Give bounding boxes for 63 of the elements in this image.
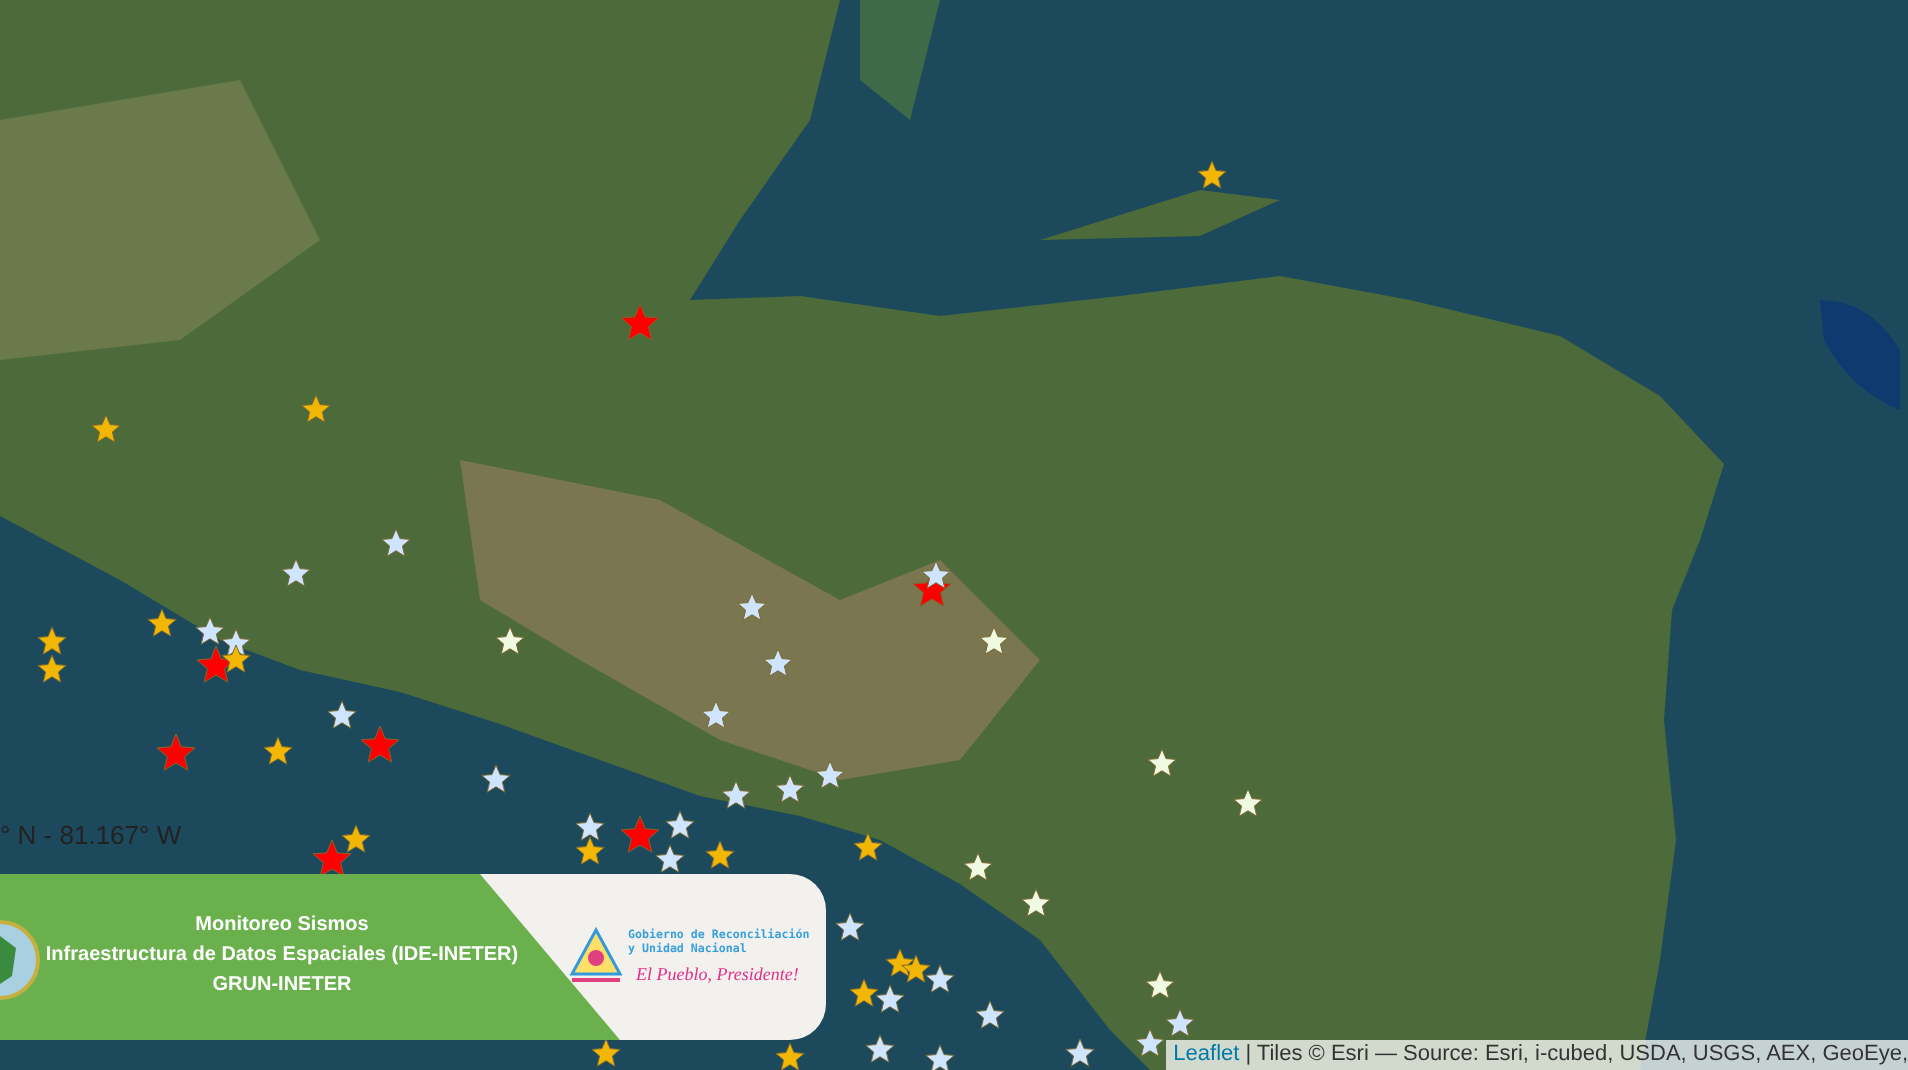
coordinates-text: ° N - 81.167° W — [0, 818, 182, 854]
institution-logo-icon — [0, 920, 40, 1000]
star-marker[interactable] — [495, 626, 525, 655]
star-marker[interactable] — [655, 844, 685, 873]
star-marker[interactable] — [875, 984, 905, 1013]
star-marker[interactable] — [591, 1038, 621, 1067]
star-marker[interactable] — [1065, 1038, 1095, 1067]
star-marker[interactable] — [1145, 970, 1175, 999]
star-marker[interactable] — [327, 700, 357, 729]
star-marker[interactable] — [481, 764, 511, 793]
banner-title-text: Monitoreo Sismos — [195, 912, 369, 940]
star-marker[interactable] — [147, 608, 177, 637]
star-marker[interactable] — [263, 736, 293, 765]
star-marker[interactable] — [360, 725, 400, 763]
star-marker[interactable] — [221, 644, 251, 673]
star-marker[interactable] — [575, 812, 605, 841]
star-marker[interactable] — [620, 815, 660, 853]
banner-title-text: GRUN-INETER — [212, 972, 352, 1000]
star-marker[interactable] — [775, 774, 805, 803]
star-marker[interactable] — [37, 654, 67, 683]
star-marker[interactable] — [221, 628, 251, 657]
star-marker[interactable] — [763, 648, 793, 677]
star-marker[interactable] — [737, 592, 767, 621]
star-marker[interactable] — [91, 414, 121, 443]
star-marker[interactable] — [865, 1034, 895, 1063]
attribution-text: | Tiles © Esri — Source: Esri, i-cubed, USDA, USGS, AEX, GeoEye, — [1245, 1040, 1908, 1070]
star-marker[interactable] — [963, 852, 993, 881]
star-marker[interactable] — [901, 954, 931, 983]
star-marker[interactable] — [975, 1000, 1005, 1029]
slogan-text: El Pueblo, Presidente! — [636, 962, 799, 988]
star-marker[interactable] — [853, 832, 883, 861]
star-marker[interactable] — [1021, 888, 1051, 917]
star-marker[interactable] — [156, 733, 196, 771]
star-marker[interactable] — [281, 558, 311, 587]
star-marker[interactable] — [575, 836, 605, 865]
star-marker[interactable] — [1147, 748, 1177, 777]
star-marker[interactable] — [620, 303, 660, 341]
star-marker[interactable] — [705, 840, 735, 869]
star-marker[interactable] — [925, 1044, 955, 1070]
star-marker[interactable] — [835, 912, 865, 941]
star-marker[interactable] — [195, 616, 225, 645]
star-marker[interactable] — [925, 964, 955, 993]
star-marker[interactable] — [1165, 1008, 1195, 1037]
star-marker[interactable] — [815, 760, 845, 789]
star-marker[interactable] — [721, 780, 751, 809]
star-marker[interactable] — [665, 810, 695, 839]
star-marker[interactable] — [775, 1042, 805, 1070]
star-marker[interactable] — [341, 824, 371, 853]
leaflet-link[interactable]: Leaflet — [1173, 1038, 1240, 1070]
star-marker[interactable] — [37, 626, 67, 655]
star-marker[interactable] — [701, 700, 731, 729]
star-marker[interactable] — [921, 560, 951, 589]
star-marker[interactable] — [381, 528, 411, 557]
triangle-emblem-icon — [568, 926, 624, 986]
star-marker[interactable] — [979, 626, 1009, 655]
star-marker[interactable] — [301, 394, 331, 423]
star-marker[interactable] — [1135, 1028, 1165, 1057]
star-marker[interactable] — [1233, 788, 1263, 817]
banner-title-text: Infraestructura de Datos Espaciales (IDE-INETER) — [45, 942, 519, 970]
star-marker[interactable] — [849, 978, 879, 1007]
star-marker[interactable] — [885, 948, 915, 977]
star-marker[interactable] — [312, 839, 352, 877]
star-marker[interactable] — [1197, 160, 1227, 189]
